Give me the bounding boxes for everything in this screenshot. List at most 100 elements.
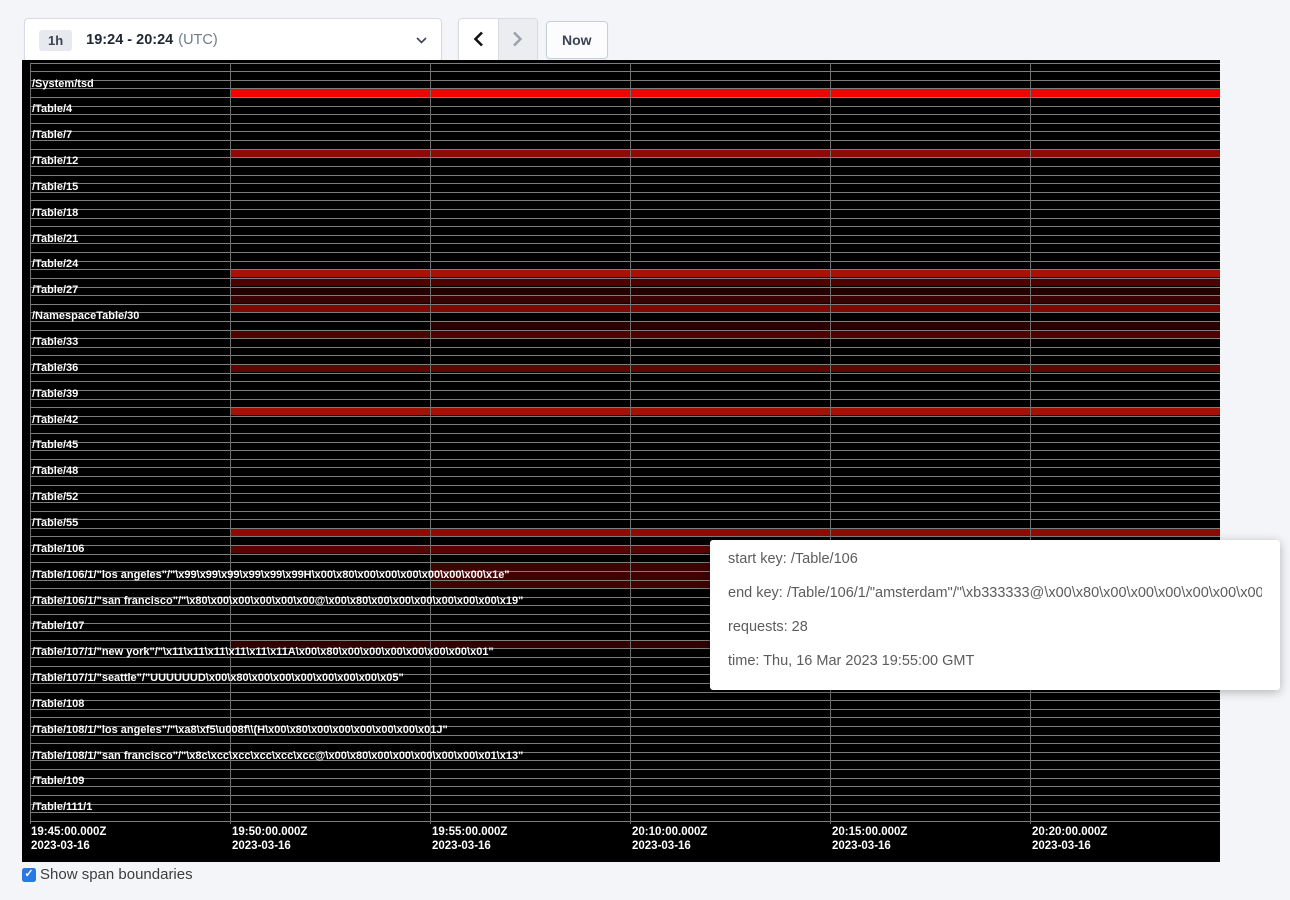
span-boundary-line <box>30 200 1220 201</box>
time-axis-label: 20:10:00.000Z2023-03-16 <box>632 825 707 853</box>
span-boundary-line <box>30 321 1220 322</box>
time-axis-date: 2023-03-16 <box>632 839 707 853</box>
span-boundary-line <box>30 528 1220 529</box>
span-boundary-line <box>30 459 1220 460</box>
chevron-right-icon <box>512 31 523 50</box>
span-row-label: /System/tsd <box>32 78 94 90</box>
span-row-label: /Table/24 <box>32 258 78 270</box>
tooltip-end-key: end key: /Table/106/1/"amsterdam"/"\xb33… <box>728 583 1262 604</box>
span-boundary-line <box>30 700 1220 701</box>
span-boundary-line <box>30 416 1220 417</box>
span-boundary-line <box>30 287 1220 288</box>
heat-band[interactable] <box>231 331 1220 338</box>
next-range-button[interactable] <box>498 19 538 61</box>
span-boundary-line <box>30 424 1220 425</box>
span-row-label: /Table/42 <box>32 414 78 426</box>
span-boundary-line <box>30 123 1220 124</box>
time-axis-label: 19:50:00.000Z2023-03-16 <box>232 825 307 853</box>
hover-tooltip: start key: /Table/106 end key: /Table/10… <box>710 540 1280 690</box>
prev-range-button[interactable] <box>459 19 498 61</box>
span-row-label: /Table/107/1/"new york"/"\x11\x11\x11\x1… <box>32 646 494 658</box>
span-boundary-line <box>30 399 1220 400</box>
span-boundary-line <box>30 140 1220 141</box>
span-row-label: /Table/108/1/"los angeles"/"\xa8\xf5\u00… <box>32 724 448 736</box>
span-row-label: /Table/106 <box>32 543 84 555</box>
heat-band[interactable] <box>231 305 1220 312</box>
heat-band[interactable] <box>231 279 1220 286</box>
span-row-label: /Table/107/1/"seattle"/"UUUUUUD\x00\x80\… <box>32 672 404 684</box>
span-boundary-line <box>30 355 1220 356</box>
span-boundary-line <box>30 252 1220 253</box>
span-row-label: /NamespaceTable/30 <box>32 310 139 322</box>
span-boundary-line <box>30 338 1220 339</box>
span-boundary-line <box>30 778 1220 779</box>
span-boundary-line <box>30 269 1220 270</box>
span-row-label: /Table/15 <box>32 181 78 193</box>
span-boundary-line <box>30 312 1220 313</box>
time-axis-label: 19:45:00.000Z2023-03-16 <box>31 825 106 853</box>
span-boundary-line <box>30 243 1220 244</box>
heat-band[interactable] <box>231 529 1220 536</box>
timezone-label: (UTC) <box>178 32 217 48</box>
time-gridline <box>430 63 431 825</box>
time-gridline <box>830 63 831 825</box>
time-axis-label: 20:20:00.000Z2023-03-16 <box>1032 825 1107 853</box>
heat-band[interactable] <box>231 270 1220 277</box>
span-row-label: /Table/106/1/"san francisco"/"\x80\x00\x… <box>32 595 523 607</box>
span-boundary-line <box>30 692 1220 693</box>
span-boundary-line <box>30 304 1220 305</box>
span-row-label: /Table/108/1/"san francisco"/"\x8c\xcc\x… <box>32 750 523 762</box>
duration-badge: 1h <box>39 30 72 51</box>
time-range-select[interactable]: 1h 19:24 - 20:24 (UTC) <box>24 18 442 62</box>
span-boundary-line <box>30 536 1220 537</box>
span-boundary-line <box>30 717 1220 718</box>
span-boundary-line <box>30 175 1220 176</box>
span-row-label: /Table/36 <box>32 362 78 374</box>
span-boundary-line <box>30 812 1220 813</box>
span-row-label: /Table/18 <box>32 207 78 219</box>
span-boundary-line <box>30 278 1220 279</box>
now-button[interactable]: Now <box>546 21 608 59</box>
key-visualizer-canvas[interactable]: /System/tsd/Table/4/Table/7/Table/12/Tab… <box>22 60 1220 862</box>
time-gridline <box>230 63 231 825</box>
heat-band[interactable] <box>231 288 1220 295</box>
time-axis-time: 19:50:00.000Z <box>232 825 307 839</box>
time-toolbar: 1h 19:24 - 20:24 (UTC) Now <box>0 0 1290 62</box>
heat-band[interactable] <box>231 365 1220 372</box>
chevron-left-icon <box>473 31 484 50</box>
heat-band[interactable] <box>231 296 1220 303</box>
span-boundary-line <box>30 330 1220 331</box>
span-boundary-line <box>30 149 1220 150</box>
heat-band[interactable] <box>231 89 1220 96</box>
time-axis-date: 2023-03-16 <box>1032 839 1107 853</box>
span-boundary-line <box>30 364 1220 365</box>
show-span-boundaries-checkbox[interactable]: ✓ <box>22 868 36 882</box>
heat-band[interactable] <box>231 150 1220 157</box>
span-boundary-line <box>30 467 1220 468</box>
span-row-label: /Table/48 <box>32 465 78 477</box>
heat-band[interactable] <box>430 322 1220 329</box>
time-axis-date: 2023-03-16 <box>232 839 307 853</box>
time-axis-date: 2023-03-16 <box>31 839 106 853</box>
span-row-label: /Table/52 <box>32 491 78 503</box>
span-boundary-line <box>30 476 1220 477</box>
span-boundary-line <box>30 450 1220 451</box>
span-row-label: /Table/107 <box>32 620 84 632</box>
tooltip-time: time: Thu, 16 Mar 2023 19:55:00 GMT <box>728 651 1262 672</box>
span-boundary-line <box>30 347 1220 348</box>
span-boundary-line <box>30 786 1220 787</box>
span-boundary-line <box>30 131 1220 132</box>
span-row-label: /Table/39 <box>32 388 78 400</box>
show-span-boundaries-toggle[interactable]: ✓ Show span boundaries <box>22 866 193 883</box>
span-boundary-line <box>30 226 1220 227</box>
time-range-label: 19:24 - 20:24 <box>86 32 173 48</box>
span-boundary-line <box>30 80 1220 81</box>
span-boundary-line <box>30 166 1220 167</box>
span-boundary-line <box>30 442 1220 443</box>
span-row-label: /Table/55 <box>32 517 78 529</box>
heat-band[interactable] <box>231 408 1220 415</box>
span-boundary-line <box>30 511 1220 512</box>
span-row-label: /Table/4 <box>32 103 72 115</box>
time-axis-time: 20:10:00.000Z <box>632 825 707 839</box>
span-boundary-line <box>30 804 1220 805</box>
